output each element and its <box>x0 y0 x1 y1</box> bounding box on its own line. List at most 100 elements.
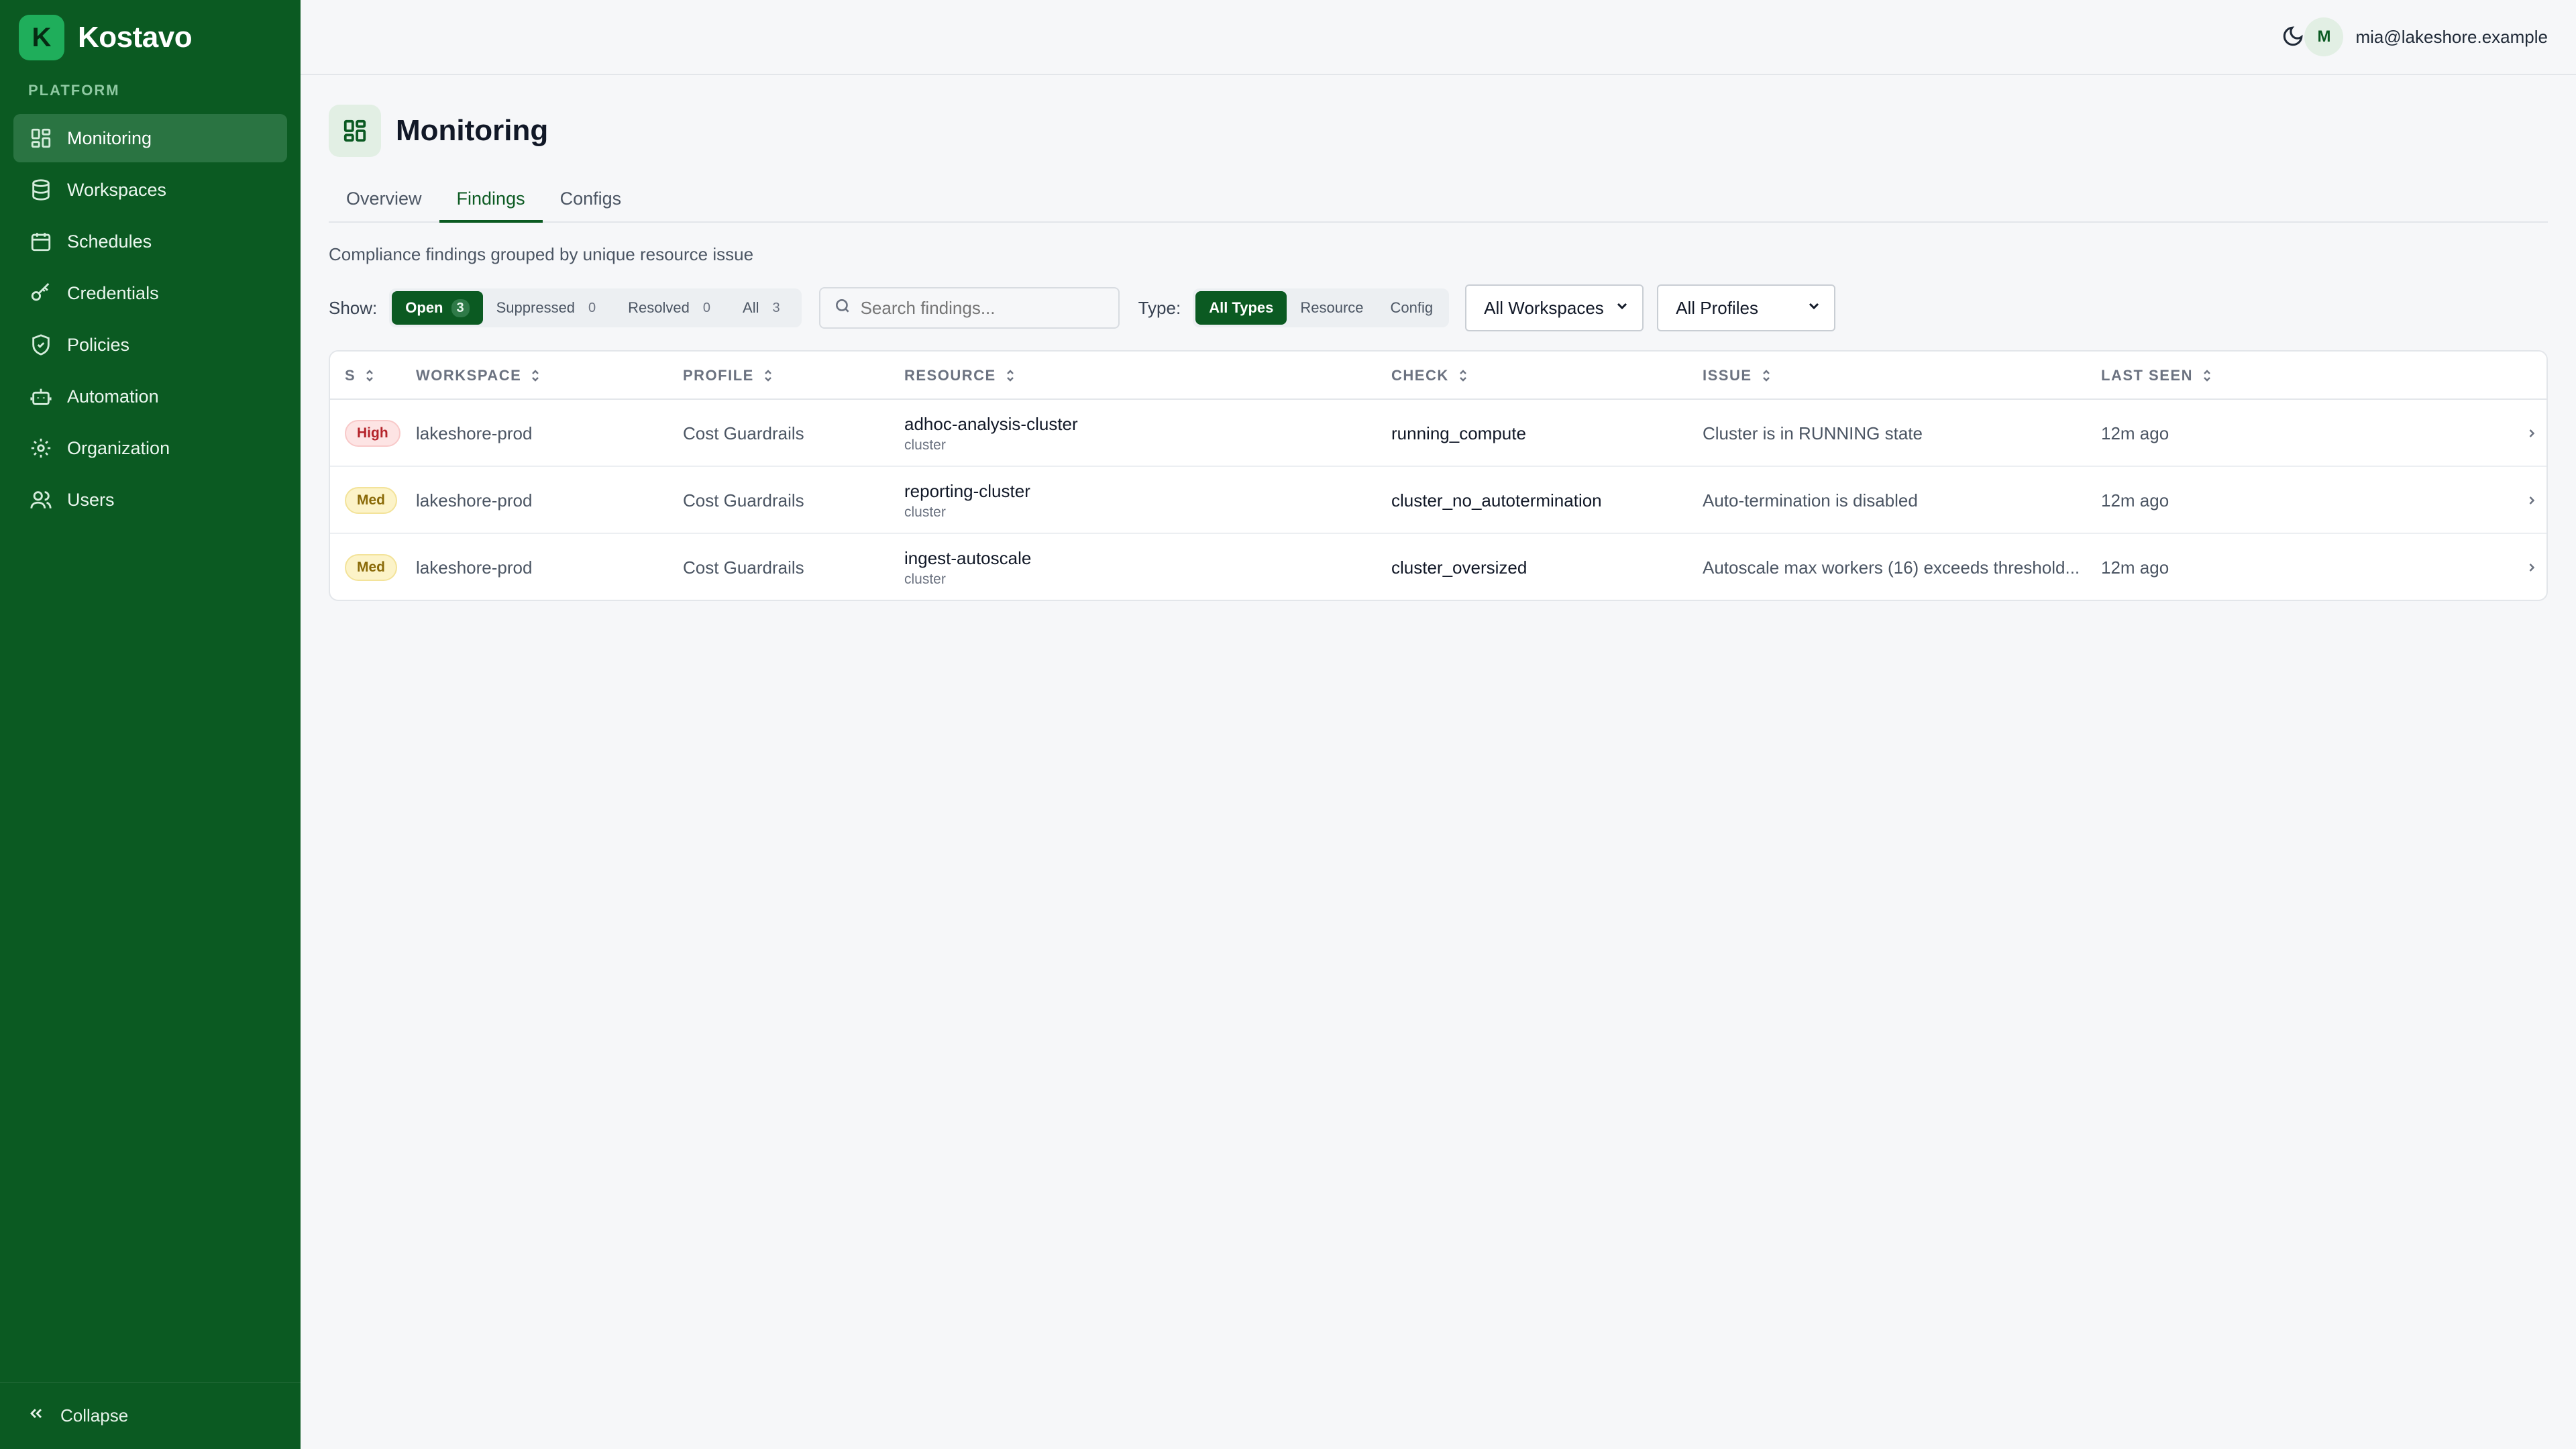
chevron-right-icon <box>2525 534 2538 600</box>
tabs: Overview Findings Configs <box>329 178 2548 223</box>
brand-logo: K <box>19 15 64 60</box>
collapse-button[interactable]: Collapse <box>0 1382 301 1449</box>
chevron-right-icon <box>2525 467 2538 534</box>
profile-select[interactable]: All Profiles <box>1657 284 1836 331</box>
workspace-select-value: All Workspaces <box>1484 297 1604 318</box>
user-email: mia@lakeshore.example <box>2355 26 2548 47</box>
tab-configs[interactable]: Configs <box>543 178 639 223</box>
sidebar-section-label: PLATFORM <box>28 82 120 99</box>
chevron-right-icon <box>2525 400 2538 467</box>
sidebar-item-label: Automation <box>67 386 159 407</box>
show-open-button[interactable]: Open 3 <box>392 291 483 325</box>
column-header-issue[interactable]: ISSUE <box>1703 352 1772 400</box>
theme-toggle-button[interactable] <box>2278 23 2308 52</box>
sort-icon <box>2204 370 2210 382</box>
column-header-workspace[interactable]: WORKSPACE <box>416 352 541 400</box>
resource-type: cluster <box>904 437 946 453</box>
workspace-cell: lakeshore-prod <box>416 423 533 443</box>
severity-badge: Med <box>345 487 397 514</box>
show-all-button[interactable]: All 3 <box>729 291 799 325</box>
resource-cell: adhoc-analysis-cluster cluster <box>904 400 1078 467</box>
type-filter-group: All Types Resource Config <box>1193 288 1450 327</box>
gear-icon <box>30 437 52 460</box>
profile-cell: Cost Guardrails <box>683 490 804 511</box>
table-row[interactable]: High lakeshore-prod Cost Guardrails adho… <box>330 400 2546 467</box>
issue-cell: Autoscale max workers (16) exceeds thres… <box>1703 557 2080 578</box>
tab-overview[interactable]: Overview <box>329 178 439 223</box>
sidebar-item-credentials[interactable]: Credentials <box>13 269 287 317</box>
resource-type: cluster <box>904 571 946 587</box>
moon-icon <box>2282 25 2304 51</box>
column-header-last-seen[interactable]: LAST SEEN <box>2101 352 2213 400</box>
resource-type: cluster <box>904 504 946 520</box>
sort-icon <box>1006 370 1014 382</box>
show-option-label: Suppressed <box>496 299 576 316</box>
severity-badge: Med <box>345 554 397 581</box>
brand-name: Kostavo <box>78 21 193 54</box>
sort-icon <box>1762 370 1770 382</box>
sidebar-item-label: Policies <box>67 334 130 355</box>
robot-icon <box>30 385 52 408</box>
collapse-label: Collapse <box>60 1405 129 1426</box>
sidebar-item-label: Organization <box>67 437 170 458</box>
count-badge: 3 <box>451 299 470 317</box>
dashboard-icon <box>329 105 381 157</box>
chevron-down-icon <box>1806 298 1822 319</box>
workspace-cell: lakeshore-prod <box>416 490 533 511</box>
chevron-down-icon <box>1614 298 1630 319</box>
resource-name: ingest-autoscale <box>904 547 1032 568</box>
column-label: PROFILE <box>683 367 754 384</box>
column-label: S <box>345 367 356 384</box>
last-seen-cell: 12m ago <box>2101 423 2169 443</box>
sidebar-item-organization[interactable]: Organization <box>13 424 287 472</box>
search-input[interactable] <box>860 297 1102 319</box>
filters-bar: Show: Open 3 Suppressed 0 Resolved 0 All… <box>329 284 1836 331</box>
topbar: M mia@lakeshore.example <box>301 0 2576 75</box>
page-subtitle: Compliance findings grouped by unique re… <box>329 244 754 264</box>
column-label: LAST SEEN <box>2101 367 2193 384</box>
issue-cell: Cluster is in RUNNING state <box>1703 423 1923 443</box>
shield-icon <box>30 333 52 356</box>
severity-cell: Med <box>345 467 397 534</box>
profile-select-value: All Profiles <box>1676 297 1758 318</box>
search-field[interactable] <box>818 287 1120 329</box>
sidebar-item-label: Monitoring <box>67 127 152 148</box>
brand[interactable]: K Kostavo <box>19 15 193 60</box>
sidebar-item-monitoring[interactable]: Monitoring <box>13 114 287 162</box>
show-option-label: All <box>743 299 759 316</box>
column-header-profile[interactable]: PROFILE <box>683 352 774 400</box>
show-suppressed-button[interactable]: Suppressed 0 <box>483 291 615 325</box>
sidebar-item-policies[interactable]: Policies <box>13 321 287 369</box>
count-badge: 3 <box>772 300 780 315</box>
sidebar-item-label: Workspaces <box>67 179 167 200</box>
column-header-severity[interactable]: S <box>345 352 376 400</box>
show-label: Show: <box>329 297 378 318</box>
user-menu[interactable]: M mia@lakeshore.example <box>2304 17 2548 56</box>
tab-findings[interactable]: Findings <box>439 178 543 223</box>
show-filter-group: Open 3 Suppressed 0 Resolved 0 All 3 <box>389 288 802 327</box>
check-cell: cluster_no_autotermination <box>1391 490 1602 511</box>
type-resource-button[interactable]: Resource <box>1287 291 1377 325</box>
sidebar-item-workspaces[interactable]: Workspaces <box>13 166 287 214</box>
count-badge: 0 <box>588 300 596 315</box>
sort-icon <box>532 370 539 382</box>
sidebar-nav: Monitoring Workspaces Schedules Credenti… <box>13 114 287 527</box>
workspace-select[interactable]: All Workspaces <box>1465 284 1644 331</box>
avatar: M <box>2304 17 2344 56</box>
show-resolved-button[interactable]: Resolved 0 <box>614 291 729 325</box>
table-row[interactable]: Med lakeshore-prod Cost Guardrails inges… <box>330 534 2546 600</box>
resource-cell: reporting-cluster cluster <box>904 467 1030 534</box>
type-all-button[interactable]: All Types <box>1195 291 1287 325</box>
type-config-button[interactable]: Config <box>1377 291 1447 325</box>
resource-name: reporting-cluster <box>904 480 1030 501</box>
sidebar-item-users[interactable]: Users <box>13 476 287 524</box>
sidebar-item-automation[interactable]: Automation <box>13 372 287 421</box>
profile-cell: Cost Guardrails <box>683 557 804 578</box>
column-label: CHECK <box>1391 367 1449 384</box>
column-header-check[interactable]: CHECK <box>1391 352 1469 400</box>
column-header-resource[interactable]: RESOURCE <box>904 352 1016 400</box>
sidebar-item-schedules[interactable]: Schedules <box>13 217 287 266</box>
sort-icon <box>1459 370 1466 382</box>
table-row[interactable]: Med lakeshore-prod Cost Guardrails repor… <box>330 467 2546 534</box>
issue-cell: Auto-termination is disabled <box>1703 490 1918 511</box>
